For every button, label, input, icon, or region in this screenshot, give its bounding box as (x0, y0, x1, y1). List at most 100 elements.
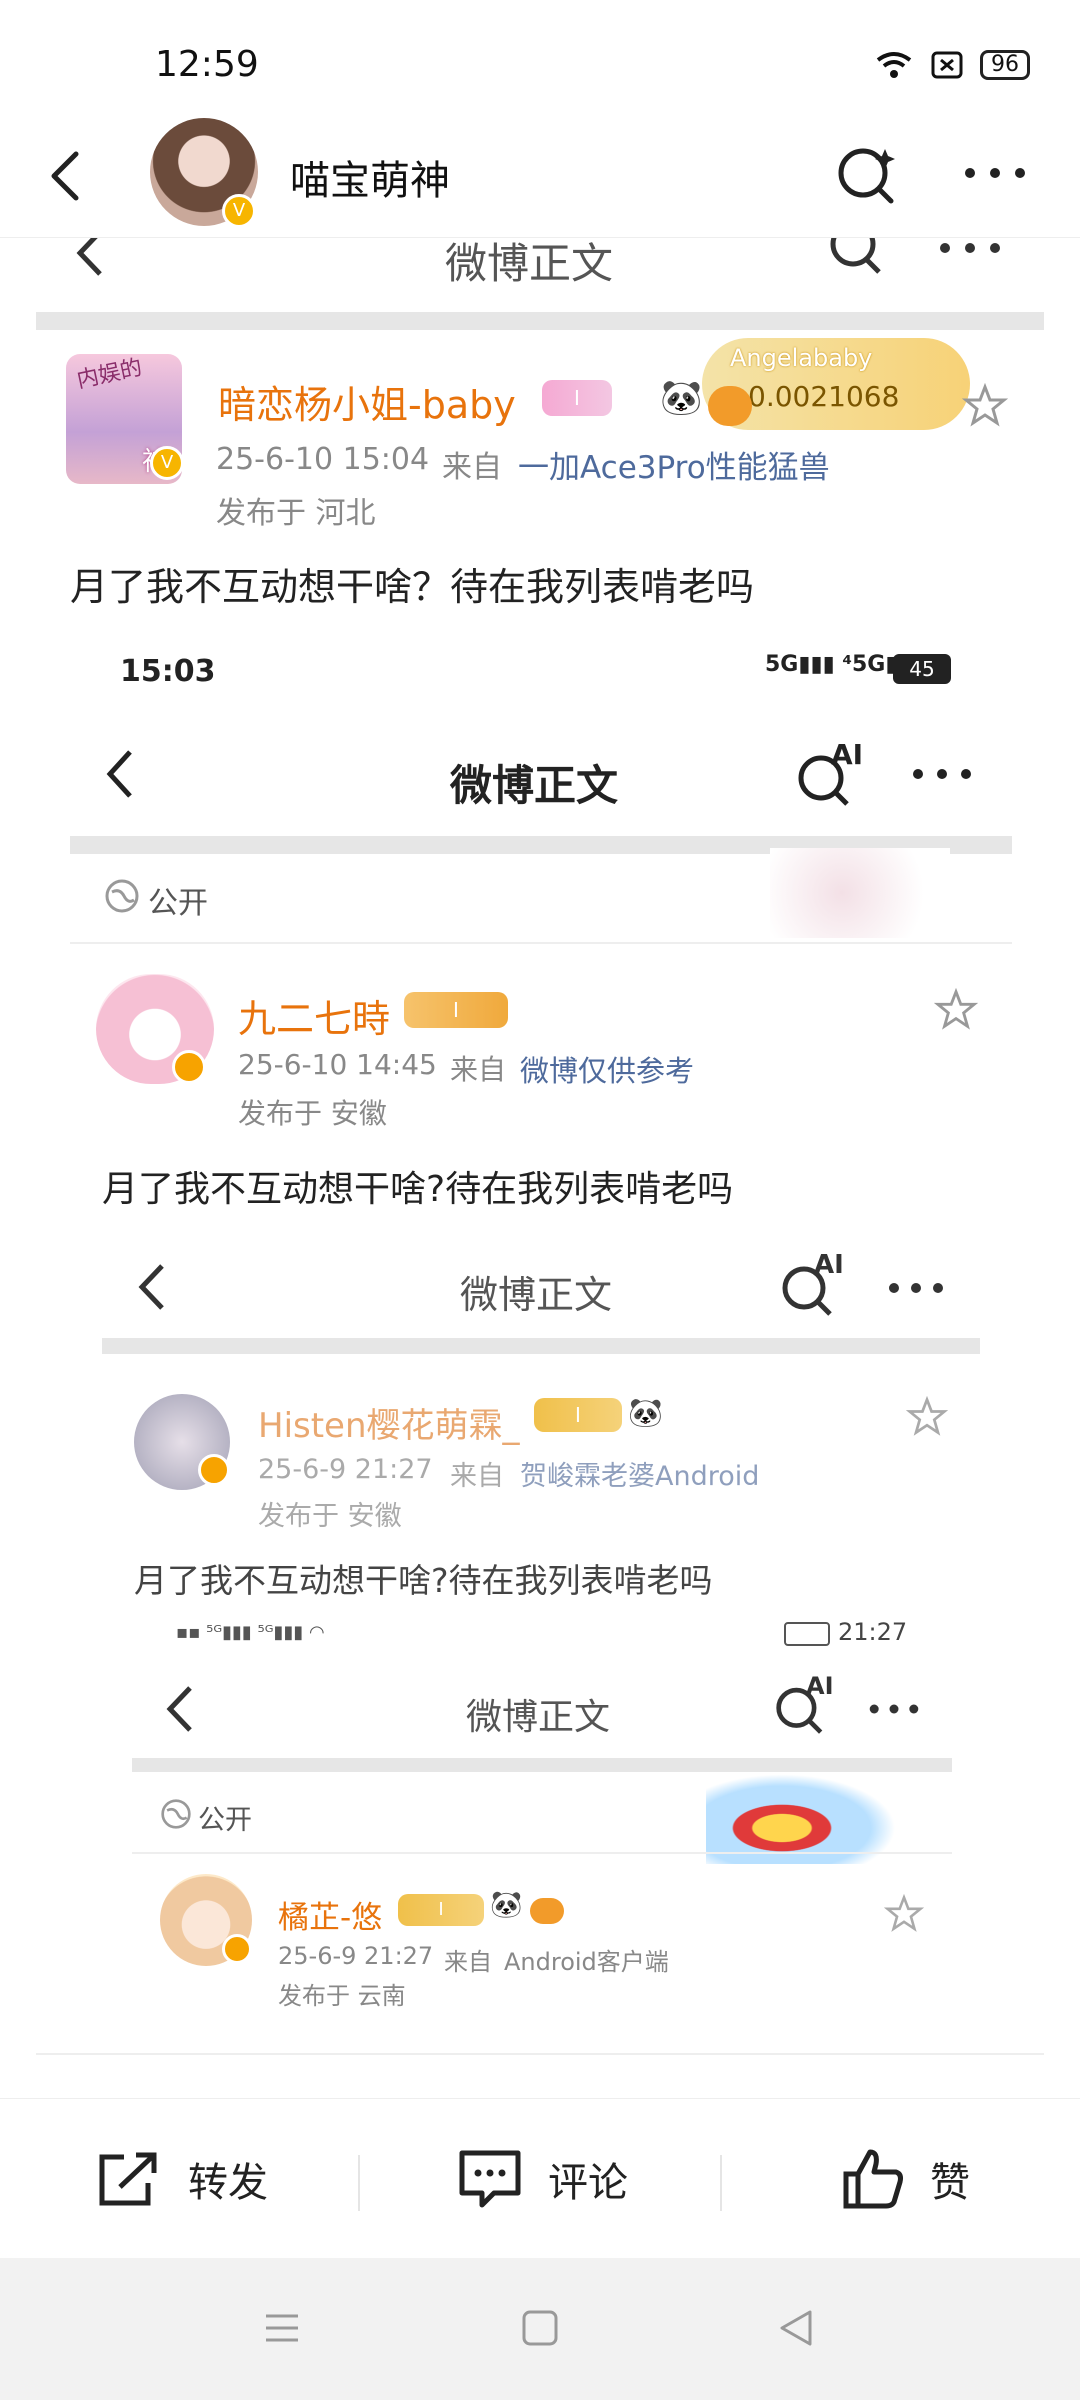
layer3-from-label: 来自 (450, 1461, 504, 1492)
home-icon[interactable] (520, 2308, 560, 2348)
layer3-location: 发布于 安徽 (258, 1501, 402, 1532)
layer4-globe-icon (161, 1799, 191, 1829)
layer4-username: 橘芷-悠 (278, 1900, 383, 1936)
content-bottom-rule (36, 2053, 1044, 2055)
layer1-post-text: 月了我不互动想干啥？待在我列表啃老吗 (70, 565, 755, 609)
layer4-more-icon (869, 1704, 919, 1714)
layer4-public-label: 公开 (198, 1805, 252, 1836)
layer4-location: 发布于 云南 (278, 1982, 406, 2010)
layer1-member-badge: I (542, 380, 612, 416)
layer3-member-badge: I (534, 1398, 622, 1432)
wifi-icon (876, 52, 912, 78)
layer3-divider (102, 1338, 980, 1354)
system-nav-bar (0, 2258, 1080, 2400)
status-icons: 96 (874, 50, 1030, 80)
layer3-ai-search-icon: AI (780, 1250, 844, 1316)
layer4-status-time: 21:27 (838, 1618, 908, 1646)
repost-label: 转发 (188, 2160, 268, 2206)
layer4-member-badge: I (398, 1894, 484, 1926)
layer1-username[interactable]: 暗恋杨小姐-baby (218, 374, 516, 429)
layer2-status-time: 15:03 (120, 654, 216, 689)
layer1-star-icon[interactable] (962, 383, 1008, 429)
action-divider (358, 2155, 360, 2211)
status-time: 12:59 (155, 44, 259, 85)
comment-icon (459, 2150, 521, 2208)
layer2-post-text: 月了我不互动想干啥?待在我列表啃老吗 (102, 1169, 734, 1210)
layer3-header-title: 微博正文 (460, 1273, 613, 1317)
layer4-signal-icons: ▪▪ ⁵ᴳ▮▮▮ ⁵ᴳ▮▮▮ ◠ (176, 1622, 325, 1643)
layer4-panda-icon: 🐼 (490, 1890, 523, 1920)
layer2-location: 发布于 安徽 (238, 1097, 387, 1130)
thumbs-up-icon (843, 2149, 903, 2209)
action-divider (720, 2155, 722, 2211)
layer2-from-label: 来自 (450, 1053, 507, 1086)
layer2-public-label: 公开 (148, 886, 208, 921)
like-button[interactable]: 赞 (840, 2099, 970, 2259)
layer2-source: 微博仅供参考 (520, 1054, 695, 1088)
layer2-rule (70, 942, 1012, 944)
like-label: 赞 (930, 2160, 970, 2206)
layer3-panda-icon: 🐼 (628, 1396, 663, 1429)
layer3-more-icon (889, 1283, 943, 1293)
action-bar: 转发 评论 赞 (0, 2098, 1080, 2258)
layer4-source: Android客户端 (504, 1948, 669, 1976)
layer2-more-icon (913, 769, 971, 779)
comment-button[interactable]: 评论 (456, 2099, 628, 2259)
layer4-star-icon (884, 1894, 924, 1932)
battery-indicator: 96 (980, 50, 1030, 80)
layer2-ai-search-icon: AI (795, 738, 863, 808)
fish-icon (708, 386, 752, 426)
layer4-verified-icon (222, 1934, 252, 1964)
globe-icon (105, 879, 139, 913)
layer1-more-icon (940, 243, 1000, 253)
menu-icon[interactable] (262, 2310, 302, 2346)
layer1-divider (36, 312, 1044, 330)
top-nav: V 喵宝萌神 (0, 118, 1080, 238)
layer3-verified-icon (198, 1454, 230, 1486)
layer2-member-badge: I (404, 992, 508, 1028)
repost-button[interactable]: 转发 (96, 2099, 268, 2259)
no-sim-icon (931, 51, 963, 79)
more-icon[interactable] (960, 158, 1030, 188)
layer2-verified-icon (172, 1050, 206, 1084)
layer4-header-title: 微博正文 (466, 1697, 611, 1738)
layer4-battery-icon (784, 1622, 830, 1646)
layer2-battery: 45 (893, 654, 951, 684)
layer4-ai-search-icon: AI (774, 1672, 834, 1734)
layer1-back-icon (76, 238, 102, 276)
page-title: 喵宝萌神 (290, 158, 450, 204)
status-bar: 12:59 96 (0, 0, 1080, 125)
layer3-username: Histen樱花萌霖_ (258, 1406, 520, 1446)
layer3-post-text: 月了我不互动想干啥?待在我列表啃老吗 (134, 1561, 713, 1600)
layer2-decoration (770, 848, 950, 938)
layer2-back-icon (106, 750, 132, 798)
layer3-date: 25-6-9 21:27 (258, 1454, 433, 1485)
crayon-shin-sticker (706, 1774, 896, 1864)
verified-badge-icon: V (222, 194, 256, 228)
layer1-source[interactable]: 一加Ace3Pro性能猛兽 (518, 442, 830, 487)
layer3-star-icon (906, 1396, 948, 1436)
layer2-username: 九二七時 (238, 997, 391, 1041)
comment-label: 评论 (548, 2160, 628, 2206)
layer4-back-icon (166, 1686, 192, 1732)
layer1-date: 25-6-10 15:04 (216, 442, 430, 477)
layer4-from-label: 来自 (444, 1948, 492, 1976)
layer3-back-icon (138, 1264, 164, 1310)
post-content: 微博正文 内娱的 神 V 暗恋杨小姐-baby I 🐼 Angelababy 0… (0, 238, 1080, 2058)
layer2-star-icon (934, 988, 978, 1030)
layer1-header-title: 微博正文 (445, 239, 614, 288)
layer4-rule (132, 1852, 952, 1854)
layer4-date: 25-6-9 21:27 (278, 1942, 434, 1970)
layer3-source: 贺峻霖老婆Android (520, 1461, 760, 1492)
layer1-from-label: 来自 (442, 450, 502, 485)
panda-icon: 🐼 (660, 378, 703, 418)
layer2-header-title: 微博正文 (450, 761, 619, 810)
ai-search-icon[interactable] (835, 143, 899, 207)
layer1-verified-icon: V (150, 446, 184, 480)
back-nav-icon[interactable] (776, 2308, 816, 2348)
layer4-divider (132, 1758, 952, 1772)
back-icon[interactable] (38, 146, 98, 206)
layer4-fish-icon (530, 1898, 564, 1924)
layer1-location: 发布于 河北 (216, 496, 376, 531)
layer2-date: 25-6-10 14:45 (238, 1048, 437, 1081)
